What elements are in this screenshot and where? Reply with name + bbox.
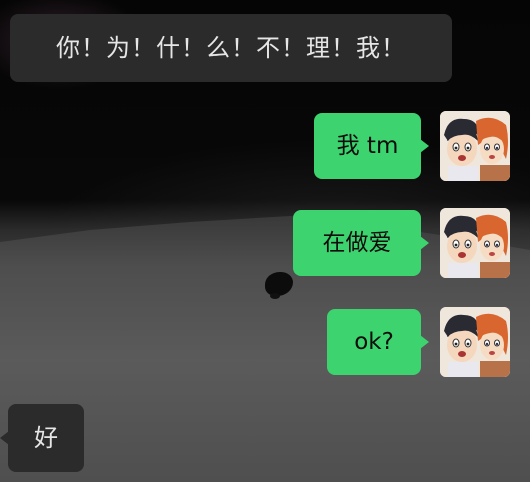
message-text: 我 tm — [336, 132, 399, 159]
sender-avatar[interactable] — [440, 208, 510, 278]
message-bubble-incoming[interactable]: 好 — [8, 404, 84, 472]
message-text: 你！为！什！么！不！理！我！ — [56, 34, 406, 62]
message-text: ok? — [354, 328, 394, 355]
message-text: 好 — [34, 424, 58, 452]
message-bubble-outgoing[interactable]: ok? — [327, 309, 421, 375]
anime-duo-avatar-icon — [440, 111, 510, 181]
anime-duo-avatar-icon — [440, 208, 510, 278]
background-rock-small — [270, 293, 280, 299]
sender-avatar[interactable] — [440, 307, 510, 377]
message-bubble-outgoing[interactable]: 我 tm — [314, 113, 421, 179]
message-text: 在做爱 — [322, 229, 392, 256]
sender-avatar[interactable] — [440, 111, 510, 181]
anime-duo-avatar-icon — [440, 307, 510, 377]
message-bubble-incoming[interactable]: 你！为！什！么！不！理！我！ — [10, 14, 452, 82]
message-bubble-outgoing[interactable]: 在做爱 — [293, 210, 421, 276]
